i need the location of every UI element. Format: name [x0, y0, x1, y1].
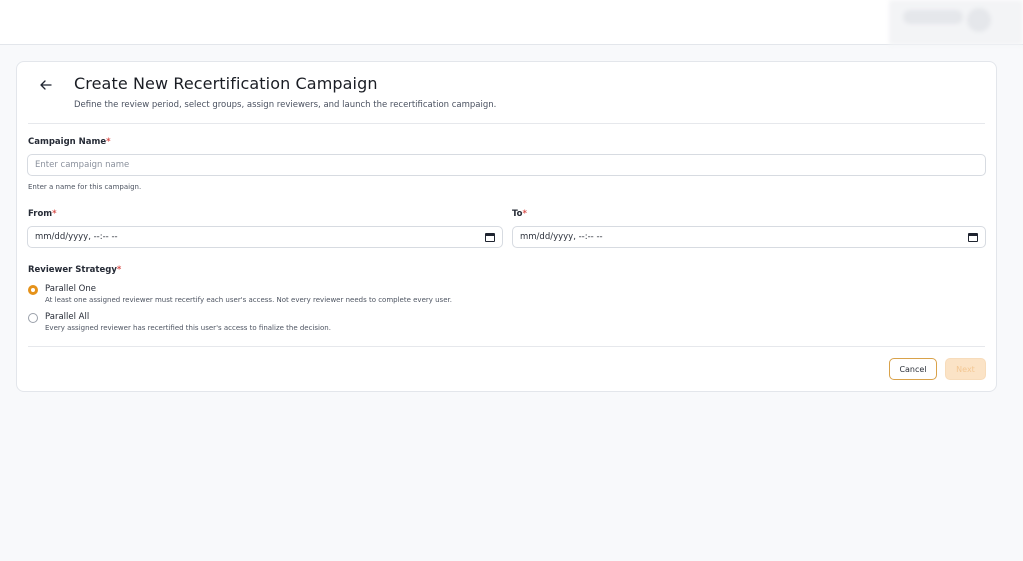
next-button[interactable]: Next — [945, 358, 986, 380]
from-datetime-input[interactable]: mm/dd/yyyy, --:-- -- — [27, 226, 503, 248]
user-menu-blurred[interactable] — [889, 0, 1023, 45]
campaign-form-card: Create New Recertification Campaign Defi… — [16, 61, 997, 392]
header-divider — [28, 123, 985, 124]
option-description: At least one assigned reviewer must rece… — [45, 296, 452, 304]
from-label: From* — [28, 209, 57, 219]
radio-selected[interactable] — [28, 285, 38, 295]
back-button[interactable] — [37, 76, 55, 94]
to-label: To* — [512, 209, 527, 219]
to-datetime-input[interactable]: mm/dd/yyyy, --:-- -- — [512, 226, 986, 248]
strategy-option-parallel-all[interactable]: Parallel All Every assigned reviewer has… — [28, 312, 331, 332]
user-name-placeholder — [903, 10, 963, 24]
calendar-icon[interactable] — [968, 232, 978, 242]
reviewer-strategy-label: Reviewer Strategy* — [28, 265, 121, 275]
arrow-left-icon — [40, 80, 52, 90]
strategy-option-parallel-one[interactable]: Parallel One At least one assigned revie… — [28, 284, 452, 304]
cancel-button[interactable]: Cancel — [889, 358, 937, 380]
from-label-text: From — [28, 209, 53, 219]
required-mark: * — [522, 209, 527, 219]
option-title: Parallel All — [45, 312, 90, 322]
required-mark: * — [116, 265, 122, 275]
campaign-name-label-text: Campaign Name — [28, 137, 107, 147]
page-subtitle: Define the review period, select groups,… — [74, 100, 497, 110]
campaign-name-label: Campaign Name* — [28, 137, 111, 147]
required-mark: * — [52, 209, 57, 219]
option-title: Parallel One — [45, 284, 96, 294]
to-label-text: To — [512, 209, 523, 219]
option-description: Every assigned reviewer has recertified … — [45, 324, 331, 332]
page-title: Create New Recertification Campaign — [74, 74, 378, 93]
avatar — [967, 8, 991, 32]
required-mark: * — [106, 137, 111, 147]
from-datetime-value: mm/dd/yyyy, --:-- -- — [35, 232, 118, 242]
to-datetime-value: mm/dd/yyyy, --:-- -- — [520, 232, 603, 242]
top-bar — [0, 0, 1023, 45]
calendar-icon[interactable] — [485, 232, 495, 242]
campaign-name-help: Enter a name for this campaign. — [28, 183, 142, 191]
campaign-name-input[interactable] — [27, 154, 986, 176]
reviewer-strategy-label-text: Reviewer Strategy — [28, 265, 117, 275]
radio-unselected[interactable] — [28, 313, 38, 323]
footer-divider — [28, 346, 985, 347]
